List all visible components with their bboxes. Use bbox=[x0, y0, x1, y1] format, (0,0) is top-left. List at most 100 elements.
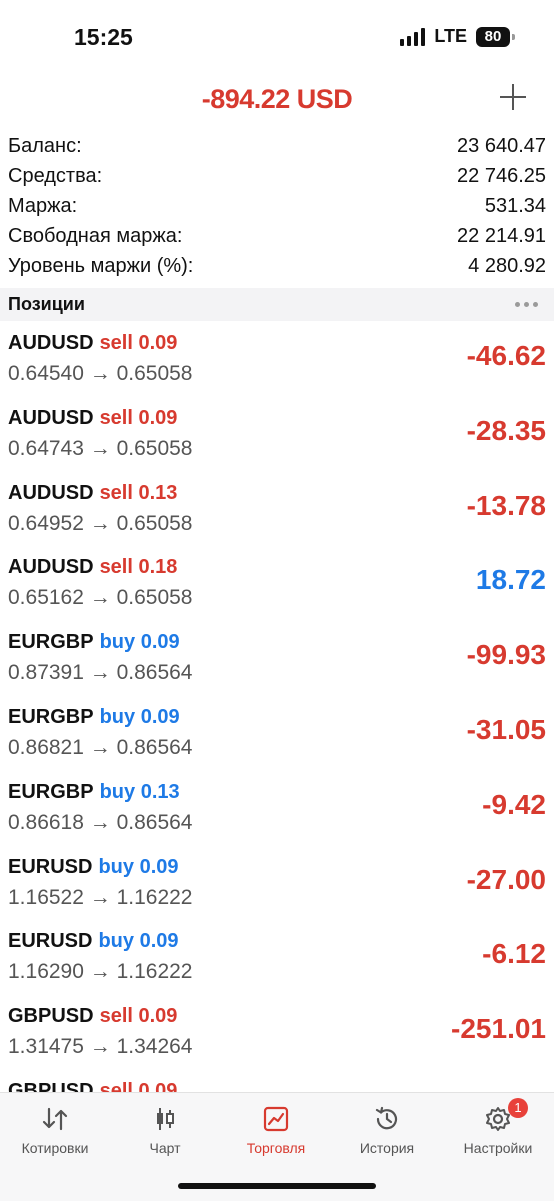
position-profit: -9.42 bbox=[482, 788, 546, 820]
settings-badge: 1 bbox=[508, 1098, 528, 1118]
position-title: EURGBP buy 0.09 bbox=[8, 631, 180, 654]
position-row[interactable]: AUDUSD sell 0.09 0.64540 → 0.65058 -46.62 bbox=[0, 324, 554, 399]
position-title: AUDUSD sell 0.18 bbox=[8, 556, 177, 579]
position-profit: 18.72 bbox=[475, 564, 546, 596]
position-row[interactable]: EURGBP buy 0.13 0.86618 → 0.86564 -9.42 bbox=[0, 773, 554, 848]
tab-trade[interactable]: Торговля bbox=[221, 1093, 331, 1173]
quotes-icon bbox=[42, 1107, 68, 1131]
positions-title: Позиции bbox=[8, 294, 85, 314]
margin-level-row: Уровень маржи (%): 4 280.92 bbox=[0, 251, 554, 281]
total-profit: -894.22 USD bbox=[201, 84, 353, 114]
account-summary: Баланс: 23 640.47 Средства: 22 746.25 Ма… bbox=[0, 131, 554, 281]
position-direction: buy 0.09 bbox=[98, 855, 179, 878]
home-indicator[interactable] bbox=[178, 1183, 376, 1189]
free-margin-label: Свободная маржа: bbox=[8, 224, 183, 247]
balance-value: 23 640.47 bbox=[457, 134, 546, 157]
position-symbol: EURGBP bbox=[8, 780, 94, 803]
position-prices: 0.64952 → 0.65058 bbox=[8, 511, 193, 535]
position-profit: -251.01 bbox=[451, 1013, 546, 1045]
free-margin-value: 22 214.91 bbox=[457, 224, 546, 247]
position-profit: -46.62 bbox=[466, 340, 546, 371]
position-row[interactable]: AUDUSD sell 0.09 0.64743 → 0.65058 -28.35 bbox=[0, 399, 554, 474]
margin-level-label: Уровень маржи (%): bbox=[8, 254, 194, 277]
network-type: LTE bbox=[434, 26, 467, 46]
balance-label: Баланс: bbox=[8, 134, 82, 157]
position-direction: sell 0.18 bbox=[99, 556, 178, 579]
battery-icon: 80 bbox=[476, 26, 515, 47]
position-direction: sell 0.09 bbox=[99, 406, 178, 429]
tab-history-label: История bbox=[359, 1140, 415, 1156]
position-symbol: EURUSD bbox=[8, 855, 93, 878]
position-title: AUDUSD sell 0.09 bbox=[8, 407, 177, 430]
position-prices: 0.87391 → 0.86564 bbox=[8, 661, 193, 685]
position-row[interactable]: EURUSD buy 0.09 1.16290 → 1.16222 -6.12 bbox=[0, 922, 554, 997]
tab-quotes-label: Котировки bbox=[21, 1140, 89, 1156]
tab-chart-label: Чарт bbox=[149, 1140, 181, 1156]
equity-row: Средства: 22 746.25 bbox=[0, 161, 554, 191]
position-profit: -31.05 bbox=[466, 713, 546, 745]
position-symbol: GBPUSD bbox=[8, 1005, 94, 1028]
equity-label: Средства: bbox=[8, 164, 103, 187]
position-symbol: EURGBP bbox=[8, 705, 94, 728]
position-row[interactable]: AUDUSD sell 0.13 0.64952 → 0.65058 -13.78 bbox=[0, 474, 554, 549]
position-title: GBPUSD sell 0.09 bbox=[8, 1005, 177, 1028]
position-row[interactable]: GBPUSD sell 0.09 1.31475 → 1.34264 -251.01 bbox=[0, 997, 554, 1072]
plus-icon[interactable] bbox=[500, 84, 526, 110]
position-direction: buy 0.13 bbox=[99, 780, 180, 803]
margin-level-value: 4 280.92 bbox=[468, 254, 546, 277]
position-profit: -99.93 bbox=[466, 639, 546, 671]
tab-trade-label: Торговля bbox=[246, 1140, 306, 1156]
more-icon[interactable] bbox=[515, 302, 554, 307]
history-icon bbox=[375, 1106, 398, 1130]
position-prices: 0.64540 → 0.65058 bbox=[8, 362, 193, 385]
tab-settings-label: Настройки bbox=[463, 1140, 533, 1156]
position-symbol: EURUSD bbox=[8, 930, 93, 953]
position-prices: 1.16522 → 1.16222 bbox=[8, 885, 193, 909]
trade-icon bbox=[263, 1106, 289, 1132]
position-prices: 1.31475 → 1.34264 bbox=[8, 1035, 193, 1059]
position-direction: buy 0.09 bbox=[99, 705, 180, 728]
tab-settings[interactable]: 1 Настройки bbox=[443, 1093, 553, 1173]
position-direction: buy 0.09 bbox=[99, 631, 180, 654]
positions-list: AUDUSD sell 0.09 0.64540 → 0.65058 -46.62 AU… bbox=[0, 324, 554, 1092]
position-profit: -13.78 bbox=[466, 489, 546, 521]
position-title: EURUSD buy 0.09 bbox=[8, 856, 179, 879]
position-title: EURGBP buy 0.09 bbox=[8, 706, 180, 729]
position-prices: 0.86821 → 0.86564 bbox=[8, 735, 193, 759]
equity-value: 22 746.25 bbox=[457, 164, 546, 187]
status-time: 15:25 bbox=[74, 24, 133, 50]
position-row[interactable]: AUDUSD sell 0.18 0.65162 → 0.65058 18.72 bbox=[0, 548, 554, 623]
position-row[interactable]: EURGBP buy 0.09 0.87391 → 0.86564 -99.93 bbox=[0, 623, 554, 698]
header: -894.22 USD bbox=[0, 72, 554, 124]
position-direction: sell 0.09 bbox=[99, 1079, 178, 1092]
position-symbol: GBPUSD bbox=[8, 1079, 94, 1092]
position-row[interactable]: EURUSD buy 0.09 1.16522 → 1.16222 -27.00 bbox=[0, 848, 554, 923]
status-bar: 15:25 LTE 80 bbox=[0, 0, 554, 70]
position-row[interactable]: EURGBP buy 0.09 0.86821 → 0.86564 -31.05 bbox=[0, 698, 554, 773]
positions-header: Позиции bbox=[0, 288, 554, 321]
position-title: AUDUSD sell 0.13 bbox=[8, 482, 177, 505]
chart-icon bbox=[157, 1108, 174, 1130]
position-title: EURUSD buy 0.09 bbox=[8, 930, 179, 953]
status-indicators: LTE 80 bbox=[400, 26, 515, 47]
tab-quotes[interactable]: Котировки bbox=[0, 1093, 110, 1173]
position-symbol: AUDUSD bbox=[8, 332, 94, 354]
position-title: GBPUSD sell 0.09 bbox=[8, 1080, 177, 1092]
position-direction: sell 0.09 bbox=[99, 332, 178, 354]
margin-value: 531.34 bbox=[484, 194, 546, 217]
position-direction: buy 0.09 bbox=[98, 930, 179, 953]
position-prices: 1.16290 → 1.16222 bbox=[8, 960, 193, 984]
position-symbol: EURGBP bbox=[8, 631, 94, 654]
position-symbol: AUDUSD bbox=[8, 481, 94, 504]
tab-chart[interactable]: Чарт bbox=[110, 1093, 220, 1173]
position-direction: sell 0.09 bbox=[99, 1005, 178, 1028]
margin-label: Маржа: bbox=[8, 194, 78, 217]
margin-row: Маржа: 531.34 bbox=[0, 191, 554, 221]
position-prices: 0.64743 → 0.65058 bbox=[8, 436, 193, 460]
position-row[interactable]: GBPUSD sell 0.09 bbox=[0, 1072, 554, 1092]
tab-history[interactable]: История bbox=[332, 1093, 442, 1173]
position-prices: 0.65162 → 0.65058 bbox=[8, 586, 193, 610]
position-profit: -27.00 bbox=[466, 863, 546, 895]
position-symbol: AUDUSD bbox=[8, 556, 94, 579]
position-prices: 0.86618 → 0.86564 bbox=[8, 810, 193, 834]
